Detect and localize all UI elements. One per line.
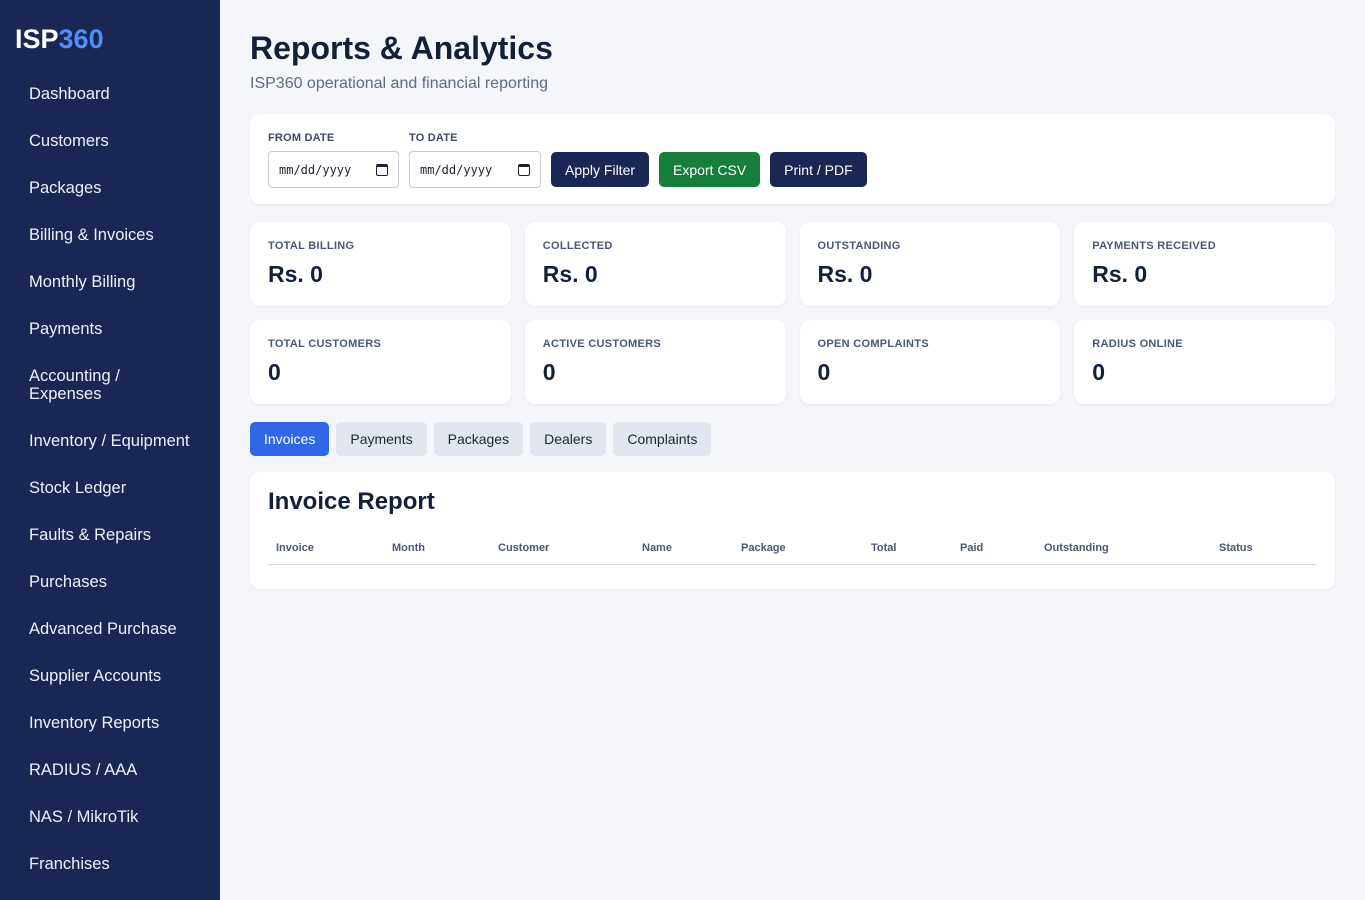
from-date-label: FROM DATE bbox=[268, 132, 335, 144]
sidebar-item-advanced-purchase[interactable]: Advanced Purchase bbox=[0, 620, 190, 638]
tab-dealers[interactable]: Dealers bbox=[530, 422, 607, 456]
stat-card-outstanding: OUTSTANDING Rs. 0 bbox=[799, 222, 1061, 306]
column-header-outstanding[interactable]: Outstanding bbox=[1036, 542, 1211, 565]
stat-label: COLLECTED bbox=[542, 240, 613, 252]
stat-value: Rs. 0 bbox=[817, 261, 873, 287]
column-header-status[interactable]: Status bbox=[1211, 542, 1317, 565]
stat-card-total-customers: TOTAL CUSTOMERS 0 bbox=[250, 320, 511, 404]
calendar-icon[interactable] bbox=[518, 163, 530, 176]
apply-filter-button[interactable]: Apply Filter bbox=[551, 152, 650, 187]
tab-packages[interactable]: Packages bbox=[433, 422, 524, 456]
column-header-invoice[interactable]: Invoice bbox=[268, 542, 384, 565]
stat-value: Rs. 0 bbox=[1092, 261, 1148, 287]
brand-logo[interactable]: ISP360 bbox=[0, 0, 220, 85]
export-csv-button[interactable]: Export CSV bbox=[659, 152, 761, 187]
invoice-table: Invoice Month Customer Name Package Tota… bbox=[268, 542, 1317, 565]
sidebar-item-inventory-equipment[interactable]: Inventory / Equipment bbox=[0, 432, 190, 450]
report-title: Invoice Report bbox=[268, 488, 435, 515]
brand-prefix: ISP bbox=[15, 24, 59, 54]
sidebar-item-monthly-billing[interactable]: Monthly Billing bbox=[0, 273, 190, 291]
sidebar-item-billing-invoices[interactable]: Billing & Invoices bbox=[0, 226, 190, 244]
column-header-name[interactable]: Name bbox=[634, 542, 733, 565]
sidebar-nav: Dashboard Customers Packages Billing & I… bbox=[0, 85, 220, 873]
column-header-customer[interactable]: Customer bbox=[490, 542, 634, 565]
stat-card-open-complaints: OPEN COMPLAINTS 0 bbox=[799, 320, 1061, 404]
sidebar-item-nas-mikrotik[interactable]: NAS / MikroTik bbox=[0, 808, 190, 826]
stat-value: Rs. 0 bbox=[542, 261, 598, 287]
from-date-field: FROM DATE mm/dd/yyyy bbox=[268, 132, 399, 188]
stat-label: TOTAL CUSTOMERS bbox=[268, 338, 382, 350]
column-header-month[interactable]: Month bbox=[384, 542, 490, 565]
table-header-row: Invoice Month Customer Name Package Tota… bbox=[268, 542, 1317, 565]
stat-value: 0 bbox=[542, 359, 556, 385]
sidebar-item-supplier-accounts[interactable]: Supplier Accounts bbox=[0, 667, 190, 685]
to-date-value: mm/dd/yyyy bbox=[420, 162, 493, 177]
sidebar-item-radius-aaa[interactable]: RADIUS / AAA bbox=[0, 761, 190, 779]
stat-label: PAYMENTS RECEIVED bbox=[1092, 240, 1216, 252]
stat-label: ACTIVE CUSTOMERS bbox=[542, 338, 662, 350]
sidebar-item-inventory-reports[interactable]: Inventory Reports bbox=[0, 714, 190, 732]
column-header-package[interactable]: Package bbox=[733, 542, 863, 565]
sidebar-item-accounting-expenses[interactable]: Accounting / Expenses bbox=[0, 367, 130, 403]
tab-invoices[interactable]: Invoices bbox=[250, 422, 330, 456]
sidebar-item-franchises[interactable]: Franchises bbox=[0, 855, 190, 873]
table-header: Invoice Month Customer Name Package Tota… bbox=[268, 542, 1317, 565]
tab-complaints[interactable]: Complaints bbox=[613, 422, 712, 456]
stat-value: 0 bbox=[268, 359, 281, 385]
sidebar-item-purchases[interactable]: Purchases bbox=[0, 573, 190, 591]
stat-label: TOTAL BILLING bbox=[268, 240, 355, 252]
filter-card: FROM DATE mm/dd/yyyy TO DATE mm/dd/yyyy … bbox=[250, 114, 1335, 204]
stat-label: RADIUS ONLINE bbox=[1092, 338, 1183, 350]
column-header-paid[interactable]: Paid bbox=[952, 542, 1036, 565]
invoice-report-card: Invoice Report Invoice Month Customer Na… bbox=[250, 472, 1335, 589]
operational-stats: TOTAL CUSTOMERS 0 ACTIVE CUSTOMERS 0 OPE… bbox=[250, 320, 1335, 404]
stat-value: 0 bbox=[1092, 359, 1106, 385]
sidebar-item-dashboard[interactable]: Dashboard bbox=[0, 85, 190, 103]
to-date-label: TO DATE bbox=[409, 132, 458, 144]
stat-label: OPEN COMPLAINTS bbox=[817, 338, 929, 350]
sidebar-item-packages[interactable]: Packages bbox=[0, 179, 190, 197]
column-header-total[interactable]: Total bbox=[863, 542, 952, 565]
to-date-input[interactable]: mm/dd/yyyy bbox=[409, 151, 541, 188]
main-content: Reports & Analytics ISP360 operational a… bbox=[220, 0, 1365, 900]
stat-card-radius-online: RADIUS ONLINE 0 bbox=[1074, 320, 1335, 404]
stat-card-total-billing: TOTAL BILLING Rs. 0 bbox=[250, 222, 511, 306]
tab-payments[interactable]: Payments bbox=[336, 422, 427, 456]
stat-card-payments-received: PAYMENTS RECEIVED Rs. 0 bbox=[1074, 222, 1335, 306]
financial-stats: TOTAL BILLING Rs. 0 COLLECTED Rs. 0 OUTS… bbox=[250, 222, 1335, 306]
report-tabs: Invoices Payments Packages Dealers Compl… bbox=[250, 422, 1335, 456]
stat-value: Rs. 0 bbox=[268, 261, 323, 287]
calendar-icon[interactable] bbox=[376, 163, 388, 176]
from-date-value: mm/dd/yyyy bbox=[279, 162, 352, 177]
to-date-field: TO DATE mm/dd/yyyy bbox=[409, 132, 541, 188]
from-date-input[interactable]: mm/dd/yyyy bbox=[268, 151, 399, 188]
stat-value: 0 bbox=[817, 359, 831, 385]
stat-label: OUTSTANDING bbox=[817, 240, 901, 252]
page-title: Reports & Analytics bbox=[250, 30, 553, 66]
stat-card-collected: COLLECTED Rs. 0 bbox=[524, 222, 786, 306]
print-pdf-button[interactable]: Print / PDF bbox=[770, 152, 867, 187]
sidebar-item-payments[interactable]: Payments bbox=[0, 320, 190, 338]
sidebar-item-stock-ledger[interactable]: Stock Ledger bbox=[0, 479, 190, 497]
sidebar: ISP360 Dashboard Customers Packages Bill… bbox=[0, 0, 220, 900]
sidebar-item-customers[interactable]: Customers bbox=[0, 132, 190, 150]
app-root: ISP360 Dashboard Customers Packages Bill… bbox=[0, 0, 1365, 900]
brand-suffix: 360 bbox=[58, 24, 104, 54]
page-subtitle: ISP360 operational and financial reporti… bbox=[250, 75, 548, 92]
sidebar-item-faults-repairs[interactable]: Faults & Repairs bbox=[0, 526, 190, 544]
stat-card-active-customers: ACTIVE CUSTOMERS 0 bbox=[524, 320, 786, 404]
